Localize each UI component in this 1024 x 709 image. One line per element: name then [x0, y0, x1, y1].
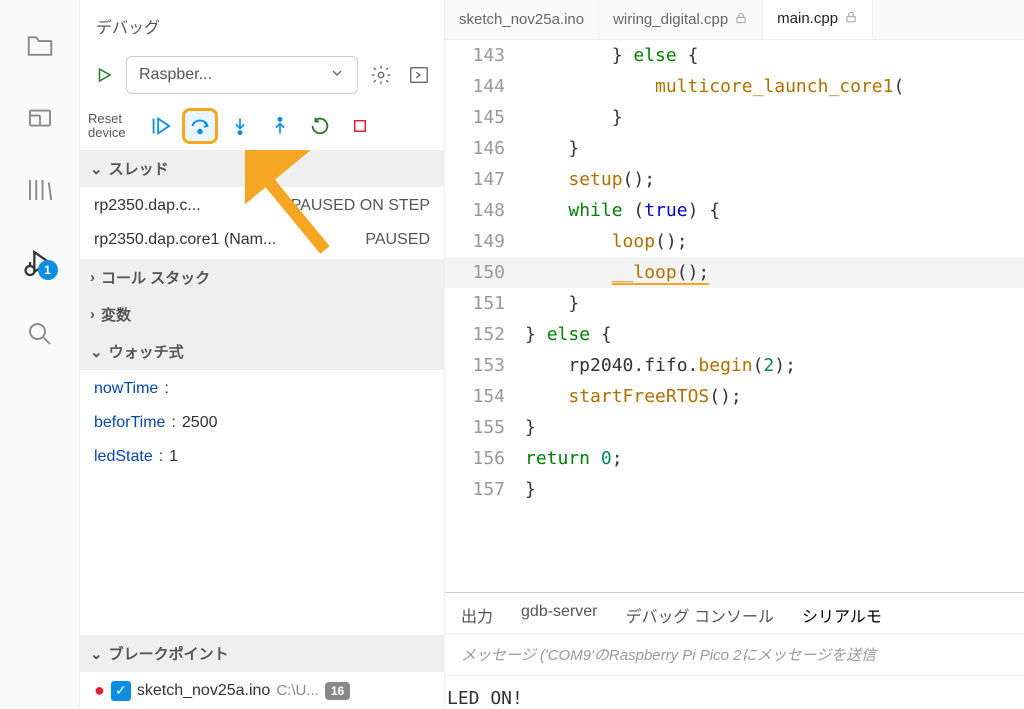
serial-message-input[interactable]: メッセージ ('COM9'のRaspberry Pi Pico 2にメッセージを… [445, 633, 1024, 676]
restart-button[interactable] [302, 108, 338, 144]
chevron-down-icon: ⌄ [90, 160, 103, 178]
editor-area: sketch_nov25a.ino wiring_digital.cpp mai… [445, 0, 1024, 709]
tab-main-cpp[interactable]: main.cpp [763, 0, 873, 39]
breakpoint-dot-icon: ● [94, 680, 105, 701]
lock-icon [844, 10, 858, 28]
editor-tabs: sketch_nov25a.ino wiring_digital.cpp mai… [445, 0, 1024, 40]
code-editor[interactable]: 143 } else { 144 multicore_launch_core1(… [445, 40, 1024, 592]
variables-section-header[interactable]: › 変数 [80, 296, 444, 333]
activity-bar: 1 [0, 0, 80, 709]
chevron-down-icon: ⌄ [90, 645, 103, 663]
threads-section-header[interactable]: ⌄ スレッド [80, 150, 444, 187]
stop-button[interactable] [342, 108, 378, 144]
reset-device-label: Reset device [88, 112, 138, 141]
threads-list: rp2350.dap.c... PAUSED ON STEP rp2350.da… [80, 187, 444, 259]
debug-panel: デバッグ Raspber... Reset device [80, 0, 445, 709]
watch-section-header[interactable]: ⌄ ウォッチ式 [80, 333, 444, 370]
search-icon[interactable] [16, 310, 64, 358]
debug-console-toggle-icon[interactable] [404, 60, 434, 90]
chevron-down-icon [329, 65, 345, 86]
debug-badge: 1 [38, 260, 58, 280]
panel-title: デバッグ [80, 0, 444, 48]
board-manager-icon[interactable] [16, 94, 64, 142]
start-debug-button[interactable] [90, 61, 118, 89]
watch-list: nowTime: beforTime: 2500 ledState: 1 [80, 370, 444, 476]
tab-output[interactable]: 出力 [461, 603, 493, 627]
tab-gdb-server[interactable]: gdb-server [521, 603, 597, 627]
tab-debug-console[interactable]: デバッグ コンソール [626, 603, 774, 627]
debug-config-select[interactable]: Raspber... [126, 56, 358, 94]
tab-wiring-digital[interactable]: wiring_digital.cpp [599, 0, 763, 39]
breakpoint-checkbox[interactable]: ✓ [111, 681, 131, 701]
watch-row[interactable]: nowTime: [80, 372, 444, 406]
callstack-section-header[interactable]: › コール スタック [80, 259, 444, 296]
breakpoint-row[interactable]: ● ✓ sketch_nov25a.ino C:\U... 16 [80, 672, 444, 709]
tab-sketch[interactable]: sketch_nov25a.ino [445, 0, 599, 39]
watch-row[interactable]: beforTime: 2500 [80, 406, 444, 440]
bottom-panel-tabs: 出力 gdb-server デバッグ コンソール シリアルモ [445, 593, 1024, 633]
thread-row[interactable]: rp2350.dap.c... PAUSED ON STEP [80, 189, 444, 223]
tab-serial-monitor[interactable]: シリアルモ [802, 603, 882, 627]
breakpoint-line-badge: 16 [325, 682, 350, 700]
thread-row[interactable]: rp2350.dap.core1 (Nam... PAUSED [80, 223, 444, 257]
debug-controls: Reset device [80, 102, 444, 150]
debug-toolbar: Raspber... [80, 48, 444, 102]
breakpoints-section-header[interactable]: ⌄ ブレークポイント [80, 635, 444, 672]
library-icon[interactable] [16, 166, 64, 214]
chevron-right-icon: › [90, 306, 95, 323]
lock-icon [734, 11, 748, 29]
debug-config-label: Raspber... [139, 66, 212, 84]
chevron-down-icon: ⌄ [90, 343, 103, 361]
watch-row[interactable]: ledState: 1 [80, 440, 444, 474]
step-over-button[interactable] [182, 108, 218, 144]
gear-icon[interactable] [366, 60, 396, 90]
step-into-button[interactable] [222, 108, 258, 144]
serial-output: LED ON! [445, 676, 1024, 709]
continue-button[interactable] [142, 108, 178, 144]
debug-icon[interactable]: 1 [16, 238, 64, 286]
chevron-right-icon: › [90, 269, 95, 286]
step-out-button[interactable] [262, 108, 298, 144]
bottom-panel: 出力 gdb-server デバッグ コンソール シリアルモ メッセージ ('C… [445, 592, 1024, 709]
explorer-icon[interactable] [16, 22, 64, 70]
